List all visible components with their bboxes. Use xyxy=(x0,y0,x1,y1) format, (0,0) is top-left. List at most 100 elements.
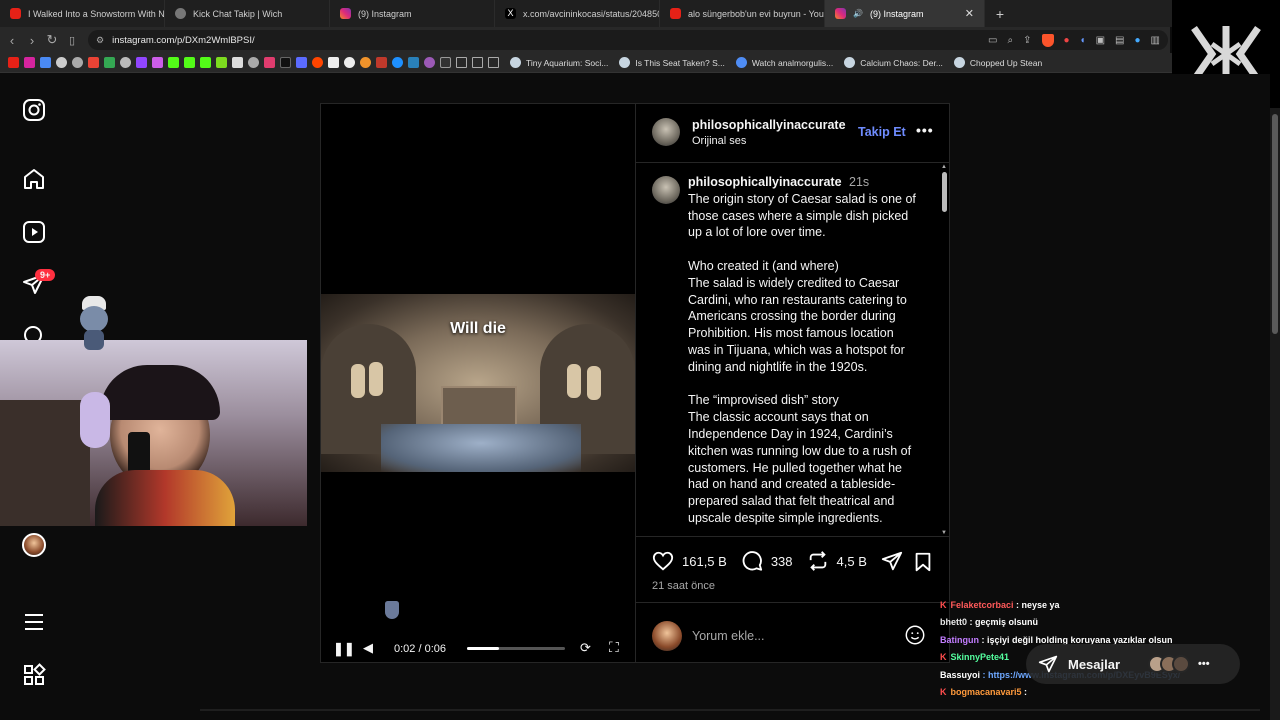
bookmark-item[interactable]: Chopped Up Stean xyxy=(953,57,1042,68)
instagram-icon[interactable] xyxy=(24,57,35,68)
extension-icon[interactable] xyxy=(376,57,387,68)
back-icon[interactable]: ‹ xyxy=(2,33,22,48)
extension-icon[interactable]: ▣ xyxy=(1096,35,1105,46)
bookmark-item[interactable]: Is This Seat Taken? S... xyxy=(619,57,725,68)
pause-icon[interactable]: ❚❚ xyxy=(333,641,355,657)
viewer-avatar[interactable] xyxy=(652,621,682,651)
like-count[interactable]: 161,5 B xyxy=(682,554,727,569)
forward-icon[interactable]: › xyxy=(22,33,42,48)
folder-icon[interactable] xyxy=(456,57,467,68)
fullscreen-icon[interactable]: ⛶ xyxy=(609,639,619,656)
profile-avatar[interactable] xyxy=(22,533,46,557)
kick-icon[interactable] xyxy=(168,57,179,68)
reload-icon[interactable]: ↻ xyxy=(42,32,62,48)
scrollbar-thumb[interactable] xyxy=(1272,114,1278,334)
extension-icon[interactable] xyxy=(216,57,227,68)
extension-icon[interactable] xyxy=(328,57,339,68)
browser-tab-active[interactable]: 🔊 (9) Instagram ✕ xyxy=(825,0,985,27)
comments-scrollbar[interactable]: ▲ ▼ xyxy=(940,164,948,536)
globe-icon[interactable] xyxy=(72,57,83,68)
chat-username[interactable]: SkinnyPete41 xyxy=(951,652,1010,662)
browser-tab[interactable]: I Walked Into a Snowstorm With No xyxy=(0,0,165,27)
extension-icon[interactable] xyxy=(408,57,419,68)
twitch-icon[interactable] xyxy=(136,57,147,68)
caption-author-avatar[interactable] xyxy=(652,176,680,204)
anchor-icon[interactable] xyxy=(232,57,243,68)
chat-username[interactable]: Felaketcorbaci xyxy=(951,600,1014,610)
comment-icon[interactable] xyxy=(741,550,763,572)
reels-icon[interactable] xyxy=(22,220,46,244)
share-icon[interactable]: ⇪ xyxy=(1023,35,1031,46)
close-icon[interactable]: ✕ xyxy=(965,7,974,20)
reddit-icon[interactable] xyxy=(312,57,323,68)
share-icon[interactable] xyxy=(881,550,903,572)
playback-speed-icon[interactable]: ⟳ xyxy=(580,640,591,656)
extension-icon[interactable] xyxy=(392,57,403,68)
extension-icon[interactable] xyxy=(248,57,259,68)
scrollbar-thumb[interactable] xyxy=(941,172,947,212)
comment-input[interactable]: Yorum ekle... xyxy=(692,629,765,643)
extension-icon[interactable]: ● xyxy=(1135,35,1141,46)
post-media[interactable]: Will die ❚❚ ◀ 0:02 / 0:06 ⟳ ⛶ xyxy=(320,103,636,663)
browser-tab[interactable]: (9) Instagram xyxy=(330,0,495,27)
extension-icon[interactable] xyxy=(424,57,435,68)
extension-icon[interactable]: ▥ xyxy=(1151,35,1160,46)
page-scrollbar[interactable] xyxy=(1270,108,1280,720)
folder-icon[interactable] xyxy=(472,57,483,68)
github-icon[interactable] xyxy=(56,57,67,68)
chat-username[interactable]: Bassuyoi xyxy=(940,670,980,680)
browser-tab[interactable]: Xx.com/avcininkocasi/status/2048503 xyxy=(495,0,660,27)
emoji-icon[interactable] xyxy=(904,624,926,646)
extension-icon[interactable] xyxy=(152,57,163,68)
bookmark-icon[interactable] xyxy=(40,57,51,68)
apps-icon[interactable] xyxy=(22,663,46,687)
chat-username[interactable]: bhett0 xyxy=(940,617,967,627)
save-icon[interactable] xyxy=(912,551,934,573)
extension-icon[interactable] xyxy=(360,57,371,68)
bookmark-item[interactable]: Tiny Aquarium: Soci... xyxy=(510,57,608,68)
extension-icon[interactable]: ● xyxy=(1064,35,1070,46)
audio-icon[interactable]: ◖ xyxy=(1080,35,1086,46)
menu-icon[interactable] xyxy=(22,610,46,634)
bookmark-item[interactable]: Watch analmorgulis... xyxy=(735,57,833,68)
follow-button[interactable]: Takip Et xyxy=(858,125,906,139)
repost-count[interactable]: 4,5 B xyxy=(837,554,867,569)
more-options-icon[interactable]: ••• xyxy=(1198,658,1210,670)
cast-icon[interactable]: ▭ xyxy=(988,35,997,46)
audio-label[interactable]: Orijinal ses xyxy=(692,135,746,147)
url-bar[interactable]: ⚙ instagram.com/p/DXm2WmlBPSI/ ▭ ⌕ ⇪ ● ◖… xyxy=(88,30,1168,50)
kick-icon[interactable] xyxy=(200,57,211,68)
extension-icon[interactable] xyxy=(264,57,275,68)
bookmark-item[interactable]: Calcium Chaos: Der... xyxy=(844,57,943,68)
comment-count[interactable]: 338 xyxy=(771,554,793,569)
video-progress-bar[interactable] xyxy=(467,647,565,650)
chat-username[interactable]: bogmacanavari5 xyxy=(951,687,1022,697)
drive-icon[interactable] xyxy=(104,57,115,68)
x-icon[interactable] xyxy=(280,57,291,68)
extension-icon[interactable]: ▤ xyxy=(1115,35,1124,46)
post-author-avatar[interactable] xyxy=(652,118,680,146)
repost-icon[interactable] xyxy=(807,550,829,572)
folder-icon[interactable] xyxy=(488,57,499,68)
extension-icon[interactable] xyxy=(296,57,307,68)
brave-shield-icon[interactable] xyxy=(1041,33,1054,47)
more-options-icon[interactable]: ••• xyxy=(916,122,934,138)
volume-icon[interactable]: ◀ xyxy=(363,640,373,656)
extension-icon[interactable] xyxy=(344,57,355,68)
instagram-logo-icon[interactable] xyxy=(22,98,46,122)
bookmark-icon[interactable]: ▯ xyxy=(62,34,82,47)
home-icon[interactable] xyxy=(22,167,46,191)
new-tab-button[interactable]: + xyxy=(985,6,1015,22)
zoom-icon[interactable]: ⌕ xyxy=(1008,35,1014,46)
messages-button[interactable]: Mesajlar ••• xyxy=(1026,644,1240,684)
gmail-icon[interactable] xyxy=(88,57,99,68)
kick-icon[interactable] xyxy=(184,57,195,68)
site-info-icon[interactable]: ⚙ xyxy=(96,35,104,46)
youtube-icon[interactable] xyxy=(8,57,19,68)
browser-tab[interactable]: Kick Chat Takip | Wich xyxy=(165,0,330,27)
heart-icon[interactable] xyxy=(652,550,674,572)
post-author-username[interactable]: philosophicallyinaccurate xyxy=(692,118,846,132)
chat-username[interactable]: Batingun xyxy=(940,635,979,645)
browser-tab[interactable]: alo süngerbob'un evi buyrun - YouTu xyxy=(660,0,825,27)
extension-icon[interactable] xyxy=(440,57,451,68)
